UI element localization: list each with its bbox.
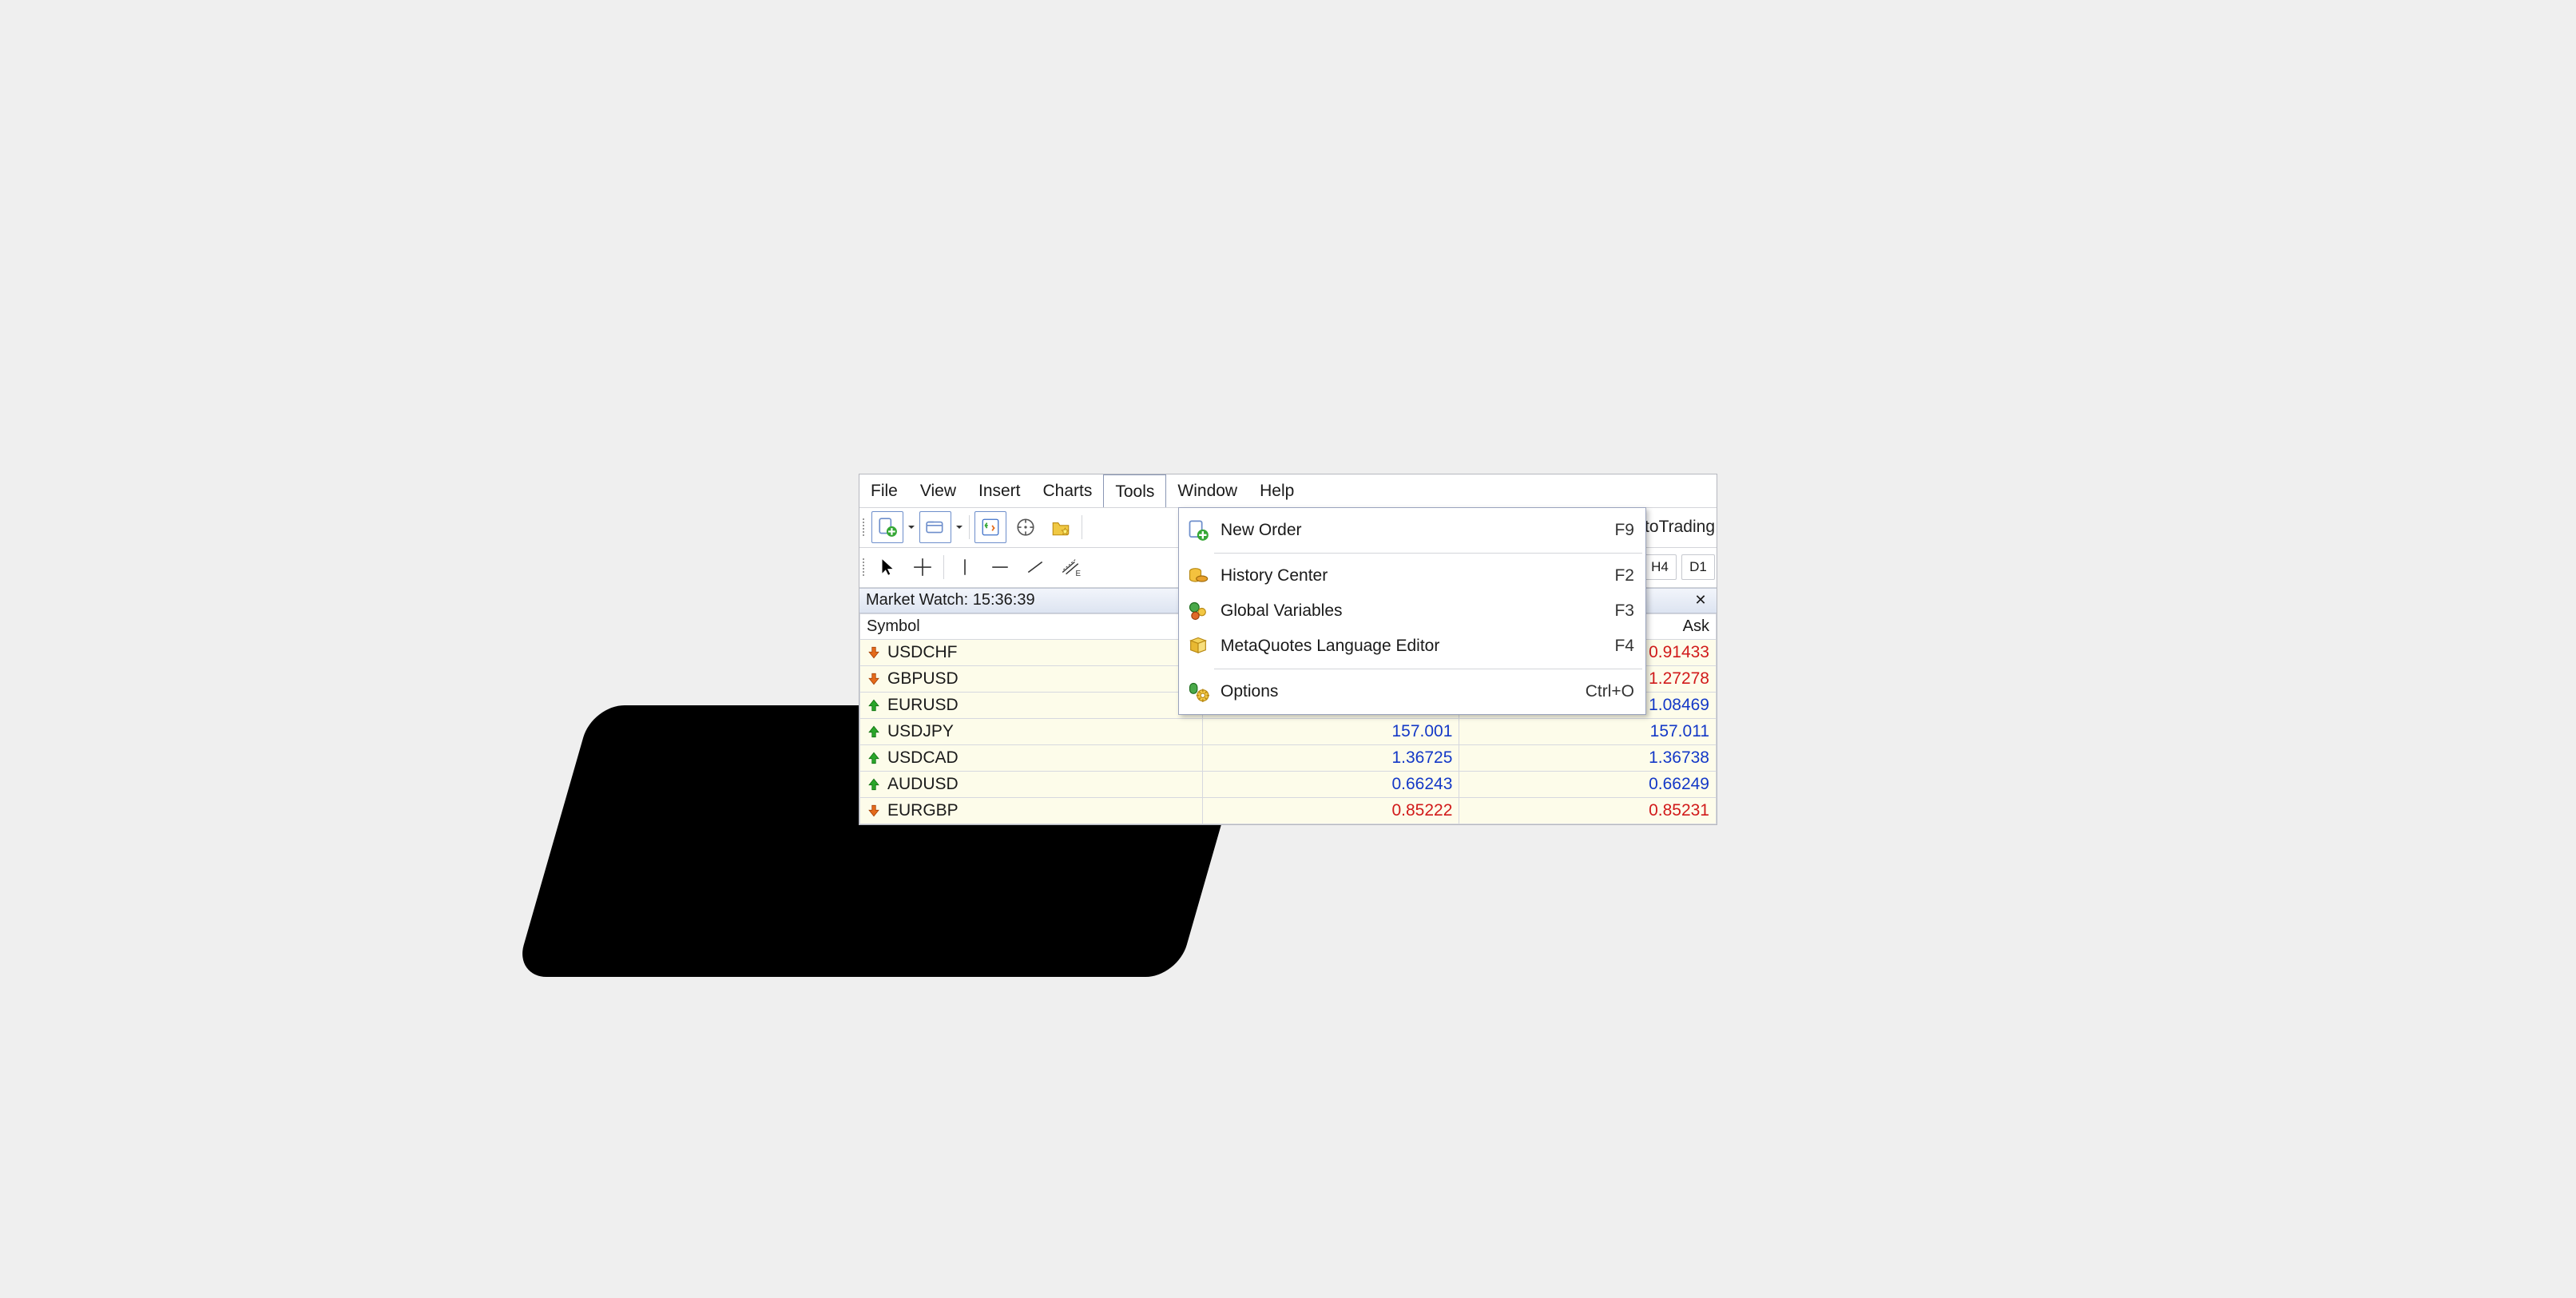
menu-file[interactable]: File <box>859 474 909 507</box>
menu-item-shortcut: F3 <box>1614 601 1634 621</box>
menu-window[interactable]: Window <box>1166 474 1248 507</box>
bid-cell: 0.85222 <box>1202 797 1459 824</box>
horizontal-line-icon <box>990 557 1010 578</box>
menu-separator <box>1214 553 1642 554</box>
menu-item-label: Options <box>1221 682 1574 701</box>
market-watch-title-text: Market Watch: 15:36:39 <box>866 591 1035 609</box>
symbol-cell: EURGBP <box>860 797 1203 824</box>
menu-view[interactable]: View <box>909 474 967 507</box>
cursor-icon <box>877 557 898 578</box>
channel-button[interactable] <box>1054 551 1086 583</box>
symbol-name: USDJPY <box>887 722 954 741</box>
symbol-name: GBPUSD <box>887 669 959 689</box>
menu-bar: File View Insert Charts Tools Window Hel… <box>859 474 1717 508</box>
data-folder-button[interactable] <box>1045 511 1077 543</box>
navigator-icon <box>1015 517 1036 538</box>
application-window: File View Insert Charts Tools Window Hel… <box>859 474 1717 825</box>
market-watch-icon <box>980 517 1001 538</box>
crosshair-tool-button[interactable] <box>907 551 939 583</box>
symbol-name: USDCHF <box>887 643 958 662</box>
symbol-cell: AUDUSD <box>860 771 1203 797</box>
menu-item-global-variables[interactable]: Global Variables F3 <box>1179 593 1645 629</box>
new-chart-button[interactable] <box>871 511 903 543</box>
table-row[interactable]: USDJPY 157.001157.011 <box>860 718 1717 744</box>
profiles-icon <box>925 517 946 538</box>
new-chart-icon <box>877 517 898 538</box>
symbol-name: EURGBP <box>887 801 959 820</box>
history-center-icon <box>1187 565 1209 587</box>
price-up-arrow-icon <box>867 777 881 792</box>
symbol-cell: USDJPY <box>860 718 1203 744</box>
menu-help[interactable]: Help <box>1248 474 1305 507</box>
menu-item-shortcut: F2 <box>1614 566 1634 585</box>
ask-cell: 1.36738 <box>1459 744 1717 771</box>
toolbar-separator <box>969 515 970 539</box>
menu-item-label: MetaQuotes Language Editor <box>1221 637 1603 656</box>
menu-charts[interactable]: Charts <box>1032 474 1104 507</box>
price-up-arrow-icon <box>867 698 881 713</box>
tools-dropdown-menu: New Order F9 History Center F2 Global Va… <box>1178 507 1646 715</box>
menu-item-history-center[interactable]: History Center F2 <box>1179 558 1645 593</box>
ask-cell: 0.66249 <box>1459 771 1717 797</box>
trendline-button[interactable] <box>1019 551 1051 583</box>
profiles-button[interactable] <box>919 511 951 543</box>
menu-item-options[interactable]: Options Ctrl+O <box>1179 674 1645 709</box>
price-down-arrow-icon <box>867 645 881 660</box>
menu-item-shortcut: F4 <box>1614 637 1634 656</box>
bid-cell: 1.36725 <box>1202 744 1459 771</box>
caret-down-icon <box>907 523 915 531</box>
cursor-tool-button[interactable] <box>871 551 903 583</box>
options-icon <box>1187 681 1209 703</box>
trendline-icon <box>1025 557 1046 578</box>
ask-cell: 0.85231 <box>1459 797 1717 824</box>
symbol-cell: USDCHF <box>860 639 1203 665</box>
menu-tools[interactable]: Tools <box>1103 474 1166 507</box>
symbol-name: USDCAD <box>887 748 959 768</box>
new-chart-dropdown-caret[interactable] <box>907 523 916 531</box>
caret-down-icon <box>955 523 963 531</box>
price-down-arrow-icon <box>867 672 881 686</box>
toolbar-grip-icon <box>863 552 867 582</box>
menu-item-shortcut: F9 <box>1614 521 1634 540</box>
menu-item-label: History Center <box>1221 566 1603 585</box>
bid-cell: 0.66243 <box>1202 771 1459 797</box>
new-order-icon <box>1187 519 1209 542</box>
menu-item-label: Global Variables <box>1221 601 1603 621</box>
horizontal-line-button[interactable] <box>984 551 1016 583</box>
mql-editor-icon <box>1187 635 1209 657</box>
timeframe-d1-button[interactable]: D1 <box>1681 554 1715 580</box>
symbol-cell: GBPUSD <box>860 665 1203 692</box>
menu-item-mql-editor[interactable]: MetaQuotes Language Editor F4 <box>1179 629 1645 664</box>
bid-cell: 157.001 <box>1202 718 1459 744</box>
vertical-line-button[interactable] <box>949 551 981 583</box>
symbol-name: EURUSD <box>887 696 959 715</box>
vertical-line-icon <box>955 557 975 578</box>
price-down-arrow-icon <box>867 804 881 818</box>
ask-cell: 157.011 <box>1459 718 1717 744</box>
menu-insert[interactable]: Insert <box>967 474 1032 507</box>
column-header-symbol[interactable]: Symbol <box>860 613 1203 639</box>
navigator-button[interactable] <box>1010 511 1042 543</box>
table-row[interactable]: USDCAD 1.367251.36738 <box>860 744 1717 771</box>
crosshair-icon <box>912 557 933 578</box>
market-watch-button[interactable] <box>974 511 1006 543</box>
price-up-arrow-icon <box>867 724 881 739</box>
price-up-arrow-icon <box>867 751 881 765</box>
table-row[interactable]: AUDUSD 0.662430.66249 <box>860 771 1717 797</box>
global-variables-icon <box>1187 600 1209 622</box>
market-watch-close-button[interactable]: ✕ <box>1691 592 1710 609</box>
channel-icon <box>1060 557 1081 578</box>
symbol-cell: EURUSD <box>860 692 1203 718</box>
menu-item-new-order[interactable]: New Order F9 <box>1179 513 1645 548</box>
toolbar-grip-icon <box>863 512 867 542</box>
folder-star-icon <box>1050 517 1071 538</box>
symbol-cell: USDCAD <box>860 744 1203 771</box>
toolbar-separator <box>943 555 944 579</box>
menu-item-shortcut: Ctrl+O <box>1586 682 1634 701</box>
table-row[interactable]: EURGBP 0.852220.85231 <box>860 797 1717 824</box>
menu-item-label: New Order <box>1221 521 1603 540</box>
timeframe-h4-button[interactable]: H4 <box>1643 554 1677 580</box>
profiles-dropdown-caret[interactable] <box>955 523 964 531</box>
symbol-name: AUDUSD <box>887 775 959 794</box>
